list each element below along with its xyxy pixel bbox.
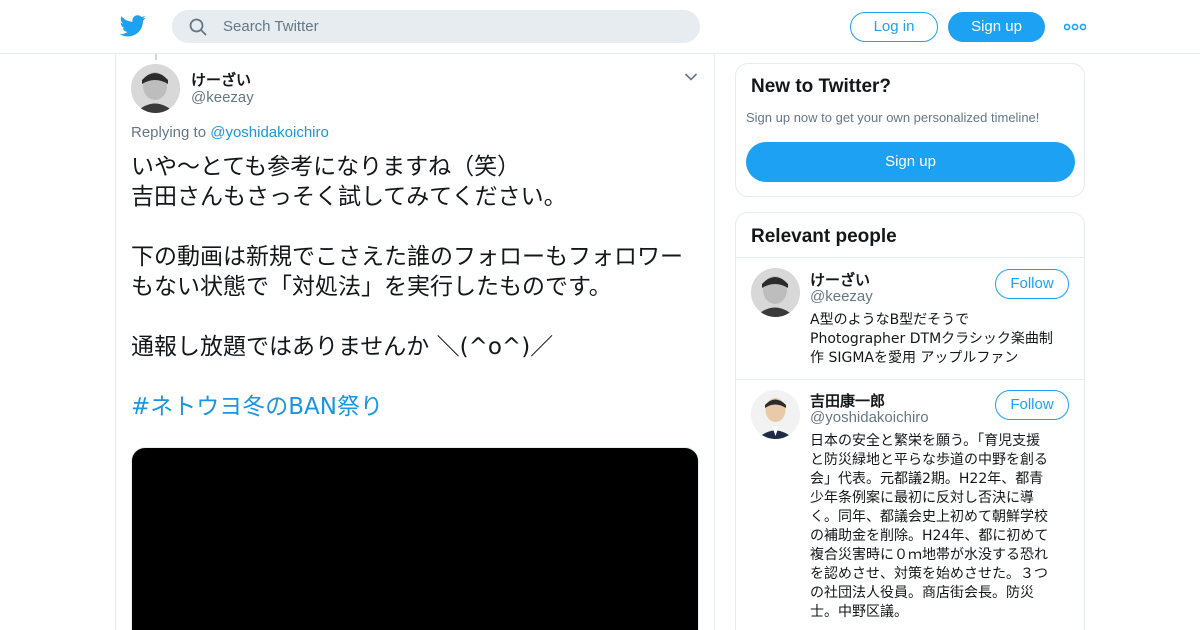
tweet-column: けーざい @keezay Replying to @yoshidakoichir… — [115, 54, 715, 630]
reply-mention-link[interactable]: @yoshidakoichiro — [210, 124, 329, 141]
new-to-twitter-subtitle: Sign up now to get your own personalized… — [746, 110, 1040, 125]
bio-line: と防災緑地と平らな歩道の中野を創る — [810, 452, 1048, 468]
profile-photo-icon — [751, 268, 800, 317]
bio-line: 日本の安全と繁栄を願う。「育児支援 — [810, 433, 1041, 449]
tweet-author-handle[interactable]: @keezay — [191, 89, 254, 106]
replying-to: Replying to @yoshidakoichiro — [131, 124, 329, 141]
bio-line: 士。中野区議。 — [810, 604, 908, 620]
bio-line: を認めさせ、対策を始めさせた。３つ — [810, 566, 1048, 582]
tweet-line: 吉田さんもさっそく試してみてください。 — [131, 184, 567, 210]
relevant-people-title: Relevant people — [751, 226, 897, 247]
person-name[interactable]: けーざい — [810, 269, 870, 290]
bio-line: 少年条例案に最初に反対し否決に導 — [810, 490, 1034, 506]
person-name[interactable]: 吉田康一郎 — [810, 390, 885, 411]
profile-photo-icon — [751, 390, 800, 439]
tweet-line: 下の動画は新規でこさえた誰のフォローもフォロワー — [131, 244, 683, 270]
follow-button[interactable]: Follow — [995, 269, 1069, 299]
more-dots-icon[interactable] — [1064, 22, 1086, 32]
bio-line: く。同年、都議会史上初めて朝鮮学校 — [810, 509, 1048, 525]
bio-line: 複合災害時に０ｍ地帯が水没する恐れ — [810, 547, 1048, 563]
profile-photo-icon — [131, 64, 180, 113]
relevant-person: けーざい @keezay Follow A型のようなB型だそうで Photogr… — [736, 258, 1084, 379]
hashtag-link[interactable]: #ネトウヨ冬のBAN祭り — [131, 392, 706, 422]
bio-line: Photographer DTMクラシック楽曲制 — [810, 331, 1053, 347]
avatar[interactable] — [131, 64, 180, 113]
tweet-line: いや〜とても参考になりますね（笑） — [131, 154, 521, 180]
new-to-twitter-title: New to Twitter? — [751, 76, 892, 97]
top-header: Log in Sign up — [0, 0, 1200, 54]
bio-line: の補助金を削除。H24年、都に初めて — [810, 528, 1049, 544]
video-player[interactable] — [131, 447, 699, 630]
login-button[interactable]: Log in — [850, 12, 938, 42]
replying-label: Replying to — [131, 124, 207, 141]
bio-line: の社団法人役員。商店街会長。防災 — [810, 585, 1034, 601]
chevron-down-icon[interactable] — [684, 72, 698, 82]
signup-button[interactable]: Sign up — [948, 12, 1045, 42]
search-input[interactable] — [223, 11, 683, 42]
new-to-twitter-card: New to Twitter? Sign up now to get your … — [735, 63, 1085, 197]
bio-line: 会」代表。元都議2期。H22年、都青 — [810, 471, 1044, 487]
tweet-line: もない状態で「対処法」を実行したものです。 — [131, 274, 612, 300]
search-icon — [189, 18, 207, 36]
bio-line: 作 SIGMAを愛用 アップルファン — [810, 350, 1019, 366]
search-bar — [172, 10, 700, 43]
follow-button[interactable]: Follow — [995, 390, 1069, 420]
sidebar-signup-button[interactable]: Sign up — [746, 142, 1075, 182]
avatar[interactable] — [751, 390, 800, 439]
person-bio: A型のようなB型だそうで Photographer DTMクラシック楽曲制 作 … — [810, 311, 1070, 368]
relevant-person: 吉田康一郎 @yoshidakoichiro Follow 日本の安全と繁栄を願… — [736, 380, 1084, 630]
avatar[interactable] — [751, 268, 800, 317]
twitter-bird-icon[interactable] — [120, 14, 146, 38]
person-bio: 日本の安全と繁栄を願う。「育児支援 と防災緑地と平らな歩道の中野を創る 会」代表… — [810, 432, 1070, 622]
tweet-text: いや〜とても参考になりますね（笑） 吉田さんもさっそく試してみてください。 下の… — [131, 152, 706, 422]
bio-line: A型のようなB型だそうで — [810, 312, 970, 328]
relevant-people-card: Relevant people けーざい @keezay Follow A型のよ… — [735, 212, 1085, 630]
person-handle[interactable]: @keezay — [810, 288, 873, 305]
thread-connector — [155, 54, 157, 60]
tweet-line: 通報し放題ではありませんか ＼(^o^)／ — [131, 334, 554, 360]
person-handle[interactable]: @yoshidakoichiro — [810, 409, 929, 426]
tweet-author-name[interactable]: けーざい — [191, 69, 251, 90]
